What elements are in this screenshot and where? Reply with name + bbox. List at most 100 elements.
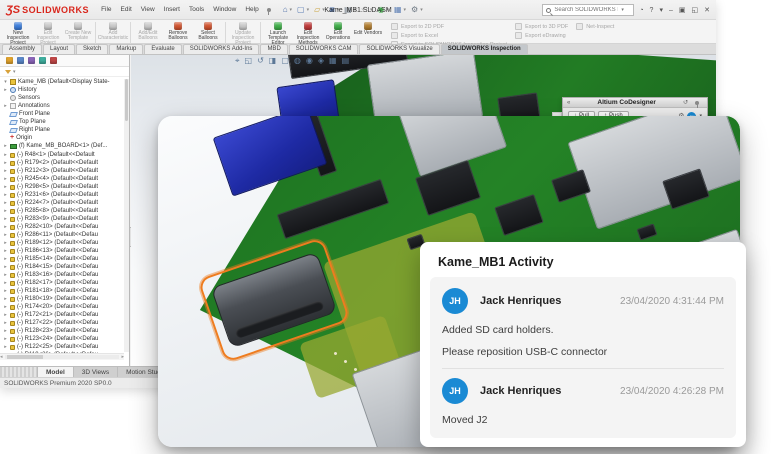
ribbon-button[interactable]: Remove Balloons [163, 21, 193, 46]
configurationmanager-tab[interactable] [28, 57, 35, 64]
view-settings-icon[interactable]: ▤ [342, 57, 350, 65]
save-icon[interactable]: ◙ [330, 6, 335, 14]
model-tab[interactable]: Model [38, 367, 74, 377]
displaymanager-tab[interactable] [50, 57, 57, 64]
pin-menubar-icon[interactable] [267, 8, 271, 12]
file-properties-icon[interactable]: ▦ [394, 6, 402, 14]
tree-item-component[interactable]: ▸ (-) R184<15> (Default<<Defau [3, 263, 129, 271]
tree-item-component[interactable]: ▸ (-) R286<11> (Default<<Defau [3, 231, 129, 239]
expand-arrow-icon[interactable]: ▸ [3, 272, 8, 278]
tree-item[interactable]: Right Plane [3, 126, 129, 134]
tree-item-component[interactable]: ▸ (-) R48<1> (Default<<Default [3, 151, 129, 159]
propertymanager-tab[interactable] [17, 57, 24, 64]
menu-item[interactable]: Tools [189, 6, 204, 13]
commandmanager-tab[interactable]: Layout [43, 44, 75, 54]
expand-arrow-icon[interactable]: ▾ [3, 79, 8, 85]
expand-arrow-icon[interactable]: ▸ [3, 168, 8, 174]
tree-item[interactable]: ▾ Kame_MB (Default<Display State- [3, 78, 129, 86]
expand-arrow-icon[interactable]: ▸ [3, 280, 8, 286]
dimxpertmanager-tab[interactable] [39, 57, 46, 64]
tree-item[interactable]: Front Plane [3, 110, 129, 118]
expand-arrow-icon[interactable]: ▸ [3, 184, 8, 190]
refresh-icon[interactable]: ↺ [683, 99, 688, 106]
view-orientation-icon[interactable]: ▢ [281, 57, 289, 65]
tree-item-component[interactable]: ▸ (-) R123<24> (Default<<Defau [3, 335, 129, 343]
tree-item-component[interactable]: ▸ (-) R174<20> (Default<<Defau [3, 303, 129, 311]
ribbon-button[interactable]: Edit Inspection Methods [293, 21, 323, 46]
caret-down-icon[interactable]: ▾ [370, 7, 373, 13]
tree-item-component[interactable]: ▸ (-) R212<3> (Default<<Default [3, 167, 129, 175]
tree-vertical-scrollbar[interactable] [124, 79, 129, 352]
tree-item-component[interactable]: ▸ (-) R282<10> (Default<<Defau [3, 223, 129, 231]
tree-item[interactable]: Top Plane [3, 118, 129, 126]
caret-down-icon[interactable]: ▾ [307, 7, 310, 13]
search-input[interactable] [554, 7, 618, 13]
cascade-icon[interactable]: ◱ [692, 7, 699, 14]
ribbon-button[interactable]: Create New Template [63, 21, 93, 46]
scroll-left-icon[interactable]: ◂ [0, 354, 3, 360]
ribbon-button[interactable] [95, 22, 96, 45]
section-view-icon[interactable]: ◨ [269, 57, 277, 65]
expand-arrow-icon[interactable]: ▸ [3, 87, 8, 93]
expand-arrow-icon[interactable]: ▸ [3, 320, 8, 326]
home-icon[interactable]: ⌂ [283, 6, 288, 14]
tree-item[interactable]: Sensors [3, 94, 129, 102]
commandmanager-tab[interactable]: SOLIDWORKS CAM [289, 44, 359, 54]
expand-arrow-icon[interactable]: ▸ [3, 344, 8, 350]
tree-item-component[interactable]: ▸ (-) R186<13> (Default<<Defau [3, 247, 129, 255]
commandmanager-tab[interactable]: SOLIDWORKS Inspection [441, 44, 528, 54]
expand-arrow-icon[interactable]: ▸ [3, 176, 8, 182]
expand-arrow-icon[interactable]: ▸ [3, 143, 8, 149]
expand-arrow-icon[interactable]: ▸ [3, 152, 8, 158]
help-caret-icon[interactable]: ▾ [659, 7, 663, 14]
ribbon-button[interactable] [260, 22, 261, 45]
expand-arrow-icon[interactable]: ▸ [3, 336, 8, 342]
ribbon-button[interactable]: Add/Edit Balloons [133, 21, 163, 46]
scroll-right-icon[interactable]: ▸ [121, 354, 124, 360]
expand-arrow-icon[interactable]: ▸ [3, 248, 8, 254]
expand-arrow-icon[interactable]: ▸ [3, 288, 8, 294]
expand-arrow-icon[interactable]: ▸ [3, 304, 8, 310]
model-tab[interactable]: 3D Views [74, 367, 118, 377]
tree-item-component[interactable]: ▸ (-) R181<18> (Default<<Defau [3, 287, 129, 295]
ribbon-button[interactable] [130, 22, 131, 45]
tree-item-component[interactable]: ▸ (-) R182<17> (Default<<Defau [3, 279, 129, 287]
export-menu-item[interactable]: Export to 3D PDF [515, 23, 568, 30]
expand-arrow-icon[interactable]: ▸ [3, 296, 8, 302]
expand-arrow-icon[interactable]: ▸ [3, 208, 8, 214]
caret-down-icon[interactable]: ▾ [322, 7, 325, 13]
export-menu-item[interactable]: Export to 2D PDF [391, 23, 507, 30]
expand-arrow-icon[interactable]: ▸ [3, 200, 8, 206]
tree-filter[interactable]: ▾ [0, 67, 129, 77]
expand-arrow-icon[interactable]: ▸ [3, 103, 8, 109]
tree-item-component[interactable]: ▸ (-) R285<8> (Default<<Default [3, 207, 129, 215]
expand-arrow-icon[interactable]: ▸ [3, 328, 8, 334]
expand-arrow-icon[interactable]: ▸ [3, 256, 8, 262]
ribbon-button[interactable]: Select Balloons [193, 21, 223, 46]
expand-arrow-icon[interactable]: ▸ [3, 232, 8, 238]
pin-panel-icon[interactable] [695, 101, 699, 105]
user-icon[interactable]: ◔ [639, 7, 643, 14]
expand-arrow-icon[interactable]: ▸ [3, 240, 8, 246]
ribbon-button[interactable]: Add Characteristic [98, 21, 128, 46]
menu-item[interactable]: View [141, 6, 155, 13]
ribbon-button[interactable]: New Inspection Project [3, 21, 33, 46]
display-style-icon[interactable]: ◍ [294, 57, 301, 65]
rebuild-icon[interactable]: ◉ [377, 6, 384, 14]
caret-down-icon[interactable]: ▾ [337, 7, 340, 13]
expand-arrow-icon[interactable]: ▸ [3, 192, 8, 198]
options-icon[interactable]: ⚙ [411, 6, 418, 14]
expand-arrow-icon[interactable]: ▸ [3, 224, 8, 230]
minimize-icon[interactable]: – [669, 7, 673, 14]
zoom-to-area-icon[interactable]: ◱ [245, 57, 253, 65]
caret-down-icon[interactable]: ▾ [404, 7, 407, 13]
tree-item[interactable]: ▸ (f) Kame_MB_BOARD<1> (Def... [3, 142, 129, 150]
ribbon-button[interactable] [225, 22, 226, 45]
featuremanager-tree-tab[interactable] [6, 57, 13, 64]
commandmanager-tab[interactable]: Markup [109, 44, 143, 54]
commandmanager-tab[interactable]: Assembly [2, 44, 42, 54]
zoom-to-fit-icon[interactable]: ⌖ [235, 57, 240, 65]
tree-item-component[interactable]: ▸ (-) R128<23> (Default<<Defau [3, 327, 129, 335]
search-caret-icon[interactable]: ▾ [621, 7, 624, 13]
expand-arrow-icon[interactable]: ▸ [3, 160, 8, 166]
